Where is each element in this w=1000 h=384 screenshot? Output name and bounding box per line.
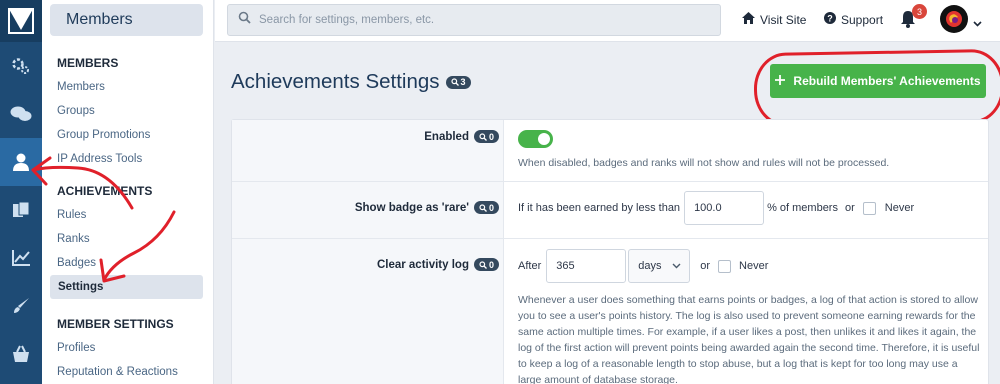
notification-badge: 3 bbox=[912, 4, 927, 19]
support-label: Support bbox=[841, 12, 884, 27]
enabled-label: Enabled 0 bbox=[424, 130, 499, 143]
page-title: Achievements Settings bbox=[231, 70, 440, 93]
clear-log-hint: Whenever a user does something that earn… bbox=[518, 294, 980, 384]
sidebar-item-groups[interactable]: Groups bbox=[42, 99, 213, 123]
rare-badge-count: 0 bbox=[488, 202, 494, 213]
appearance-icon[interactable] bbox=[0, 282, 42, 330]
enabled-search-badge[interactable]: 0 bbox=[473, 130, 499, 143]
sidebar-item-members[interactable]: Members bbox=[42, 75, 213, 99]
rare-suffix: % of members bbox=[767, 202, 838, 214]
stats-icon[interactable] bbox=[0, 234, 42, 282]
question-circle-icon: ? bbox=[824, 12, 836, 27]
chevron-down-icon bbox=[672, 260, 681, 272]
visit-site-link[interactable]: Visit Site bbox=[742, 12, 806, 27]
avatar[interactable] bbox=[940, 5, 968, 33]
home-icon bbox=[742, 12, 755, 27]
rare-label: Show badge as 'rare' 0 bbox=[355, 201, 499, 214]
rare-never-checkbox[interactable] bbox=[862, 201, 876, 215]
sidebar-group-member-settings: MEMBER SETTINGS bbox=[57, 317, 174, 331]
row-divider bbox=[232, 181, 988, 182]
sidebar-item-rules[interactable]: Rules bbox=[42, 203, 213, 227]
sidebar-item-profiles[interactable]: Profiles bbox=[42, 336, 213, 360]
rare-or: or bbox=[844, 202, 855, 214]
sidebar-group-members: MEMBERS bbox=[57, 56, 119, 70]
rebuild-achievements-button[interactable]: Rebuild Members' Achievements bbox=[770, 64, 986, 98]
clear-log-or: or bbox=[700, 260, 711, 272]
clear-log-controls: After 365 days or Never bbox=[518, 249, 768, 283]
search-icon bbox=[238, 11, 251, 29]
sidebar-item-ranks[interactable]: Ranks bbox=[42, 227, 213, 251]
svg-text:?: ? bbox=[827, 13, 833, 23]
search-count-badge[interactable]: 3 bbox=[445, 75, 471, 89]
clear-log-label-text: Clear activity log bbox=[376, 258, 469, 271]
page-title-row: Achievements Settings 3 bbox=[231, 70, 471, 94]
xenforo-logo-icon[interactable] bbox=[0, 0, 42, 42]
sidebar-group-achievements: ACHIEVEMENTS bbox=[57, 184, 153, 198]
rare-prefix: If it has been earned by less than bbox=[518, 202, 681, 214]
search-icon bbox=[479, 203, 487, 212]
support-link[interactable]: ? Support bbox=[824, 12, 883, 27]
sidebar-item-badges[interactable]: Badges bbox=[42, 251, 213, 275]
content-icon[interactable] bbox=[0, 186, 42, 234]
search-icon bbox=[479, 260, 487, 269]
search-box[interactable] bbox=[227, 4, 721, 36]
icon-rail bbox=[0, 0, 42, 384]
rare-controls: If it has been earned by less than 100.0… bbox=[518, 191, 914, 225]
rare-search-badge[interactable]: 0 bbox=[473, 201, 499, 214]
rebuild-label: Rebuild Members' Achievements bbox=[793, 74, 981, 88]
search-input[interactable] bbox=[259, 14, 699, 26]
clear-log-after: After bbox=[518, 260, 542, 272]
clear-log-never-label[interactable]: Never bbox=[739, 260, 768, 272]
forums-icon[interactable] bbox=[0, 90, 42, 138]
rare-label-text: Show badge as 'rare' bbox=[354, 201, 469, 214]
enabled-hint: When disabled, badges and ranks will not… bbox=[518, 157, 890, 169]
sidebar-item-ip-address-tools[interactable]: IP Address Tools bbox=[42, 147, 213, 171]
rare-percent-input[interactable]: 100.0 bbox=[684, 191, 765, 225]
sidebar-item-group-promotions[interactable]: Group Promotions bbox=[42, 123, 213, 147]
chevron-down-icon[interactable] bbox=[973, 14, 982, 32]
enabled-label-text: Enabled bbox=[424, 130, 469, 143]
settings-panel: Enabled 0 When disabled, badges and rank… bbox=[231, 119, 989, 384]
sidebar-item-reputation-reactions[interactable]: Reputation & Reactions bbox=[42, 360, 213, 384]
setup-icon[interactable] bbox=[0, 42, 42, 90]
rare-never-label[interactable]: Never bbox=[885, 202, 914, 214]
clear-log-unit-select[interactable]: days bbox=[628, 249, 691, 283]
sidebar-header[interactable]: Members bbox=[50, 4, 203, 36]
clear-log-badge-count: 0 bbox=[488, 259, 494, 270]
enabled-toggle[interactable] bbox=[518, 130, 553, 148]
clear-log-unit-value: days bbox=[638, 260, 662, 272]
clear-log-never-checkbox[interactable] bbox=[718, 259, 732, 273]
row-divider bbox=[232, 238, 988, 239]
section-sidebar: Members MEMBERS Members Groups Group Pro… bbox=[42, 0, 214, 384]
clear-log-days-input[interactable]: 365 bbox=[546, 249, 627, 283]
plus-icon bbox=[775, 74, 786, 88]
search-icon bbox=[450, 78, 459, 86]
title-badge-count: 3 bbox=[460, 77, 466, 87]
users-icon[interactable] bbox=[0, 138, 42, 186]
clear-log-search-badge[interactable]: 0 bbox=[473, 258, 499, 271]
sidebar-item-settings[interactable]: Settings bbox=[50, 275, 203, 299]
shop-icon[interactable] bbox=[0, 330, 42, 378]
clear-log-label: Clear activity log 0 bbox=[377, 258, 499, 271]
enabled-badge-count: 0 bbox=[488, 131, 494, 142]
search-icon bbox=[479, 132, 487, 141]
top-bar: Visit Site ? Support 3 bbox=[215, 0, 1000, 42]
visit-site-label: Visit Site bbox=[760, 12, 807, 27]
label-column bbox=[232, 120, 504, 384]
